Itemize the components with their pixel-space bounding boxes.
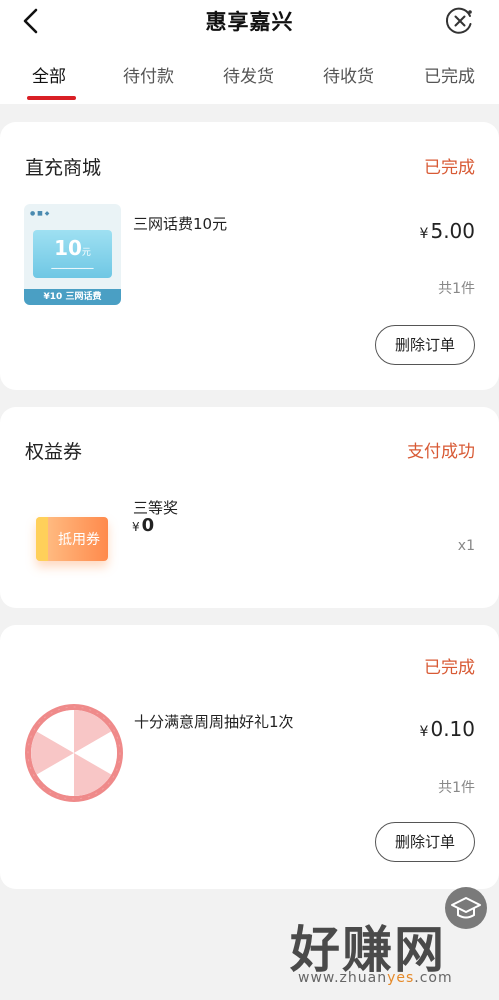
item-name[interactable]: 三网话费10元 — [133, 213, 227, 234]
coupon-image: 抵用券 — [36, 517, 108, 561]
product-thumbnail[interactable] — [24, 703, 124, 803]
item-price: ¥0.10 — [420, 717, 475, 741]
thumb-band: ¥10 三网话费 — [24, 289, 121, 305]
page-title: 惠享嘉兴 — [205, 10, 294, 34]
order-tabs: 全部 待付款 待发货 待收货 已完成 — [0, 58, 499, 104]
order-status: 已完成 — [424, 658, 475, 678]
watermark-url: www.zhuanyes.com — [298, 970, 453, 986]
order-card[interactable]: 直充商城 已完成 ● ■ ◆ 10元 ━━━━━━━━━━━━━━ ¥10 三网… — [0, 122, 499, 390]
item-quantity: 共1件 — [438, 780, 475, 796]
tab-pending-payment[interactable]: 待付款 — [123, 62, 174, 87]
currency-symbol: ¥ — [419, 226, 429, 242]
shop-name: 权益券 — [25, 441, 83, 463]
tab-pending-receipt[interactable]: 待收货 — [323, 62, 374, 87]
product-thumbnail[interactable]: ● ■ ◆ 10元 ━━━━━━━━━━━━━━ ¥10 三网话费 — [24, 204, 121, 305]
top-bar: 惠享嘉兴 全部 待付款 待发货 待收货 已完成 — [0, 0, 499, 104]
order-status: 支付成功 — [407, 442, 475, 462]
price-value: 0 — [141, 515, 155, 536]
price-value: 0.10 — [430, 717, 475, 741]
prize-wheel-icon — [25, 704, 123, 802]
carrier-logos: ● ■ ◆ — [30, 210, 50, 217]
delete-order-button[interactable]: 删除订单 — [375, 325, 475, 365]
product-thumbnail[interactable]: 抵用券 — [24, 493, 121, 578]
watermark: 好赚网 www.zhuanyes.com — [290, 910, 490, 995]
active-tab-indicator — [27, 96, 76, 100]
item-price: ¥5.00 — [420, 219, 475, 243]
delete-order-button[interactable]: 删除订单 — [375, 822, 475, 862]
item-price: ¥0 — [132, 515, 154, 536]
order-status: 已完成 — [424, 158, 475, 178]
tab-completed[interactable]: 已完成 — [424, 62, 475, 87]
recharge-card-image: 10元 ━━━━━━━━━━━━━━ — [33, 230, 112, 278]
close-button[interactable] — [445, 6, 475, 36]
item-name[interactable]: 十分满意周周抽好礼1次 — [134, 711, 294, 732]
tab-pending-shipment[interactable]: 待发货 — [223, 62, 274, 87]
price-value: 5.00 — [430, 219, 475, 243]
currency-symbol: ¥ — [132, 520, 140, 534]
close-circle-icon — [445, 7, 472, 34]
order-card[interactable]: 权益券 支付成功 抵用券 三等奖 ¥0 x1 — [0, 407, 499, 608]
item-quantity: x1 — [457, 538, 475, 554]
coupon-label: 抵用券 — [58, 532, 100, 548]
thumb-unit: 元 — [81, 248, 91, 258]
shop-name: 直充商城 — [25, 157, 102, 179]
currency-symbol: ¥ — [419, 724, 429, 740]
thumb-value: 10 — [54, 236, 82, 260]
item-quantity: 共1件 — [438, 281, 475, 297]
order-card[interactable]: 已完成 十分满意周周抽好礼1次 ¥0.10 共1件 删除订单 — [0, 625, 499, 889]
tab-all[interactable]: 全部 — [32, 62, 66, 87]
